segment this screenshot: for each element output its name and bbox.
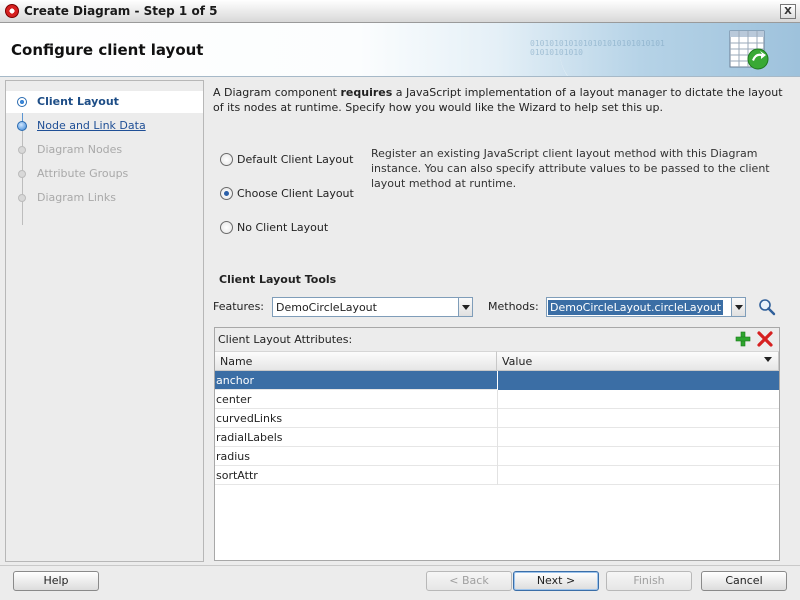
header-banner: 0101010101010101010101010101 01010101010… xyxy=(0,23,800,77)
radio-label: No Client Layout xyxy=(237,221,329,234)
app-icon xyxy=(5,4,19,18)
table-row[interactable]: radius xyxy=(215,447,779,466)
methods-value: DemoCircleLayout.circleLayout xyxy=(548,299,724,315)
cell-value[interactable] xyxy=(498,447,779,466)
features-value: DemoCircleLayout xyxy=(276,300,377,314)
table-row[interactable]: anchor xyxy=(215,371,779,390)
step-label: Client Layout xyxy=(37,95,119,108)
add-icon[interactable] xyxy=(735,331,751,347)
close-icon[interactable]: X xyxy=(780,4,796,19)
column-header-name[interactable]: Name xyxy=(215,351,497,371)
table-row[interactable]: curvedLinks xyxy=(215,409,779,428)
step-icon xyxy=(18,170,26,178)
step-icon xyxy=(17,121,27,131)
step-attribute-groups: Attribute Groups xyxy=(6,163,203,185)
finish-button: Finish xyxy=(606,571,692,591)
chevron-down-icon[interactable] xyxy=(731,298,745,316)
cell-divider xyxy=(497,409,498,428)
attributes-panel: Client Layout Attributes: Name Value anc… xyxy=(214,327,780,561)
cell-name: radius xyxy=(216,450,251,463)
radio-button-selected[interactable] xyxy=(220,187,233,200)
cell-divider xyxy=(497,447,498,466)
window-titlebar: Create Diagram - Step 1 of 5 X xyxy=(0,0,800,23)
cell-divider xyxy=(497,428,498,447)
intro-emphasis: requires xyxy=(340,86,393,99)
step-label: Attribute Groups xyxy=(37,167,129,180)
attributes-title: Client Layout Attributes: xyxy=(218,333,353,346)
option-help-text: Register an existing JavaScript client l… xyxy=(371,147,770,190)
window-title: Create Diagram - Step 1 of 5 xyxy=(24,4,218,18)
cell-divider xyxy=(497,390,498,409)
column-header-value[interactable]: Value xyxy=(497,351,779,371)
cell-name: sortAttr xyxy=(216,469,258,482)
table-row[interactable]: center xyxy=(215,390,779,409)
step-label: Diagram Nodes xyxy=(37,143,123,156)
radio-button[interactable] xyxy=(220,153,233,166)
cell-name: center xyxy=(216,393,252,406)
cell-value[interactable] xyxy=(498,409,779,428)
table-row[interactable]: radialLabels xyxy=(215,428,779,447)
step-icon xyxy=(18,194,26,202)
attributes-toolbar: Client Layout Attributes: xyxy=(215,328,779,351)
step-client-layout[interactable]: Client Layout xyxy=(6,91,203,113)
radio-label: Default Client Layout xyxy=(237,153,354,166)
page-title: Configure client layout xyxy=(11,41,204,59)
features-combo[interactable]: DemoCircleLayout xyxy=(272,297,473,317)
option-default-layout[interactable]: Default Client Layout xyxy=(220,153,353,166)
back-button: < Back xyxy=(426,571,512,591)
column-header-label: Name xyxy=(220,355,253,368)
help-button[interactable]: Help xyxy=(13,571,99,591)
features-label: Features: xyxy=(213,300,265,313)
option-choose-layout[interactable]: Choose Client Layout xyxy=(220,187,354,200)
footer-divider xyxy=(0,565,800,566)
step-label: Node and Link Data xyxy=(37,119,146,132)
chevron-down-icon[interactable] xyxy=(458,298,472,316)
cell-divider xyxy=(497,466,498,485)
diagram-wizard-icon xyxy=(729,30,769,70)
section-title-tools: Client Layout Tools xyxy=(219,273,337,286)
column-header-label: Value xyxy=(502,355,533,368)
current-step-icon xyxy=(17,97,27,107)
step-node-and-link-data[interactable]: Node and Link Data xyxy=(6,115,203,137)
delete-icon[interactable] xyxy=(757,331,773,347)
step-icon xyxy=(18,146,26,154)
cell-value[interactable] xyxy=(498,428,779,447)
step-label: Diagram Links xyxy=(37,191,116,204)
cell-name: anchor xyxy=(216,374,254,387)
cell-value[interactable] xyxy=(498,466,779,485)
search-icon[interactable] xyxy=(758,298,776,316)
methods-combo[interactable]: DemoCircleLayout.circleLayout xyxy=(546,297,746,317)
step-diagram-links: Diagram Links xyxy=(6,187,203,209)
table-row[interactable]: sortAttr xyxy=(215,466,779,485)
wizard-steps-panel: Client Layout Node and Link Data Diagram… xyxy=(5,80,204,562)
cell-value[interactable] xyxy=(498,390,779,409)
option-no-layout[interactable]: No Client Layout xyxy=(220,221,328,234)
cell-name: radialLabels xyxy=(216,431,283,444)
methods-label: Methods: xyxy=(488,300,539,313)
cell-name: curvedLinks xyxy=(216,412,283,425)
next-button[interactable]: Next > xyxy=(513,571,599,591)
chevron-down-icon[interactable] xyxy=(764,357,772,362)
intro-text: A Diagram component xyxy=(213,86,341,99)
cell-divider xyxy=(497,371,498,390)
cell-value[interactable] xyxy=(498,371,779,390)
radio-label: Choose Client Layout xyxy=(237,187,354,200)
step-diagram-nodes: Diagram Nodes xyxy=(6,139,203,161)
cancel-button[interactable]: Cancel xyxy=(701,571,787,591)
intro-description: A Diagram component requires a JavaScrip… xyxy=(213,85,791,115)
radio-button[interactable] xyxy=(220,221,233,234)
banner-binary-text: 0101010101010101010101010101 01010101010 xyxy=(530,39,665,57)
